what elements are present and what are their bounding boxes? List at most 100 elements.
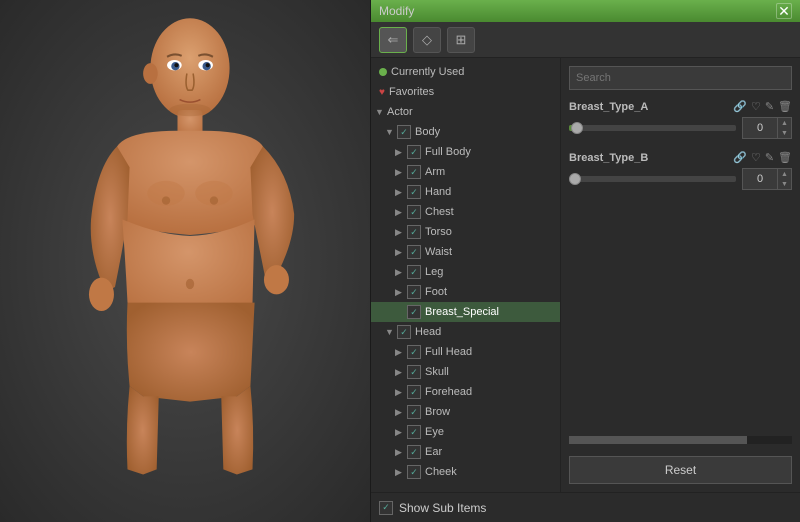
tree-item-waist[interactable]: ▶ ✓ Waist: [371, 242, 560, 262]
tree-item-skull[interactable]: ▶ ✓ Skull: [371, 362, 560, 382]
morph-b-slider[interactable]: [569, 176, 736, 182]
arm-label: Arm: [425, 166, 445, 178]
tree-item-brow[interactable]: ▶ ✓ Brow: [371, 402, 560, 422]
morph-a-heart-icon[interactable]: ♡: [751, 100, 761, 113]
properties-panel: Breast_Type_A 🔗 ♡ ✎ 🗑: [561, 58, 800, 492]
tree-item-eye[interactable]: ▶ ✓ Eye: [371, 422, 560, 442]
morph-a-header: Breast_Type_A 🔗 ♡ ✎ 🗑: [569, 100, 792, 113]
tree-item-leg[interactable]: ▶ ✓ Leg: [371, 262, 560, 282]
morph-b-spinner[interactable]: ▲ ▼: [778, 168, 792, 190]
leg-label: Leg: [425, 266, 443, 278]
morph-b-spinner-up[interactable]: ▲: [778, 169, 791, 179]
morph-a-spinner-up[interactable]: ▲: [778, 118, 791, 128]
head-group-label: Head: [415, 326, 441, 338]
toolbar-btn-grid[interactable]: ⊞: [447, 27, 475, 53]
morph-a-link-icon[interactable]: 🔗: [733, 100, 747, 113]
tree-item-forehead[interactable]: ▶ ✓ Forehead: [371, 382, 560, 402]
forehead-checkbox[interactable]: ✓: [407, 385, 421, 399]
brow-checkbox[interactable]: ✓: [407, 405, 421, 419]
morph-b-heart-icon[interactable]: ♡: [751, 151, 761, 164]
tree-item-arm[interactable]: ▶ ✓ Arm: [371, 162, 560, 182]
tree-item-foot[interactable]: ▶ ✓ Foot: [371, 282, 560, 302]
morph-a-spinner-down[interactable]: ▼: [778, 128, 791, 138]
morph-item-breast-type-b: Breast_Type_B 🔗 ♡ ✎ 🗑: [569, 151, 792, 190]
ear-label: Ear: [425, 446, 442, 458]
full-body-checkbox[interactable]: ✓: [407, 145, 421, 159]
full-head-checkbox[interactable]: ✓: [407, 345, 421, 359]
reset-button[interactable]: Reset: [569, 456, 792, 484]
head-group-checkbox[interactable]: ✓: [397, 325, 411, 339]
morph-a-edit-icon[interactable]: ✎: [765, 100, 774, 113]
morph-b-header: Breast_Type_B 🔗 ♡ ✎ 🗑: [569, 151, 792, 164]
currently-used-dot: [379, 68, 387, 76]
morph-a-slider[interactable]: [569, 125, 736, 131]
body-label: Body: [415, 126, 440, 138]
tree-item-full-body[interactable]: ▶ ✓ Full Body: [371, 142, 560, 162]
favorites-label: Favorites: [389, 86, 434, 98]
full-head-label: Full Head: [425, 346, 472, 358]
main-panel: Modify ✕ ⇐ ◇ ⊞ Currently Used ♥: [370, 0, 800, 522]
morph-b-value-input[interactable]: [742, 168, 778, 190]
tree-item-hand[interactable]: ▶ ✓ Hand: [371, 182, 560, 202]
eye-checkbox[interactable]: ✓: [407, 425, 421, 439]
morph-item-breast-type-a: Breast_Type_A 🔗 ♡ ✎ 🗑: [569, 100, 792, 139]
morph-b-edit-icon[interactable]: ✎: [765, 151, 774, 164]
tree-item-actor[interactable]: ▼ Actor: [371, 102, 560, 122]
skull-checkbox[interactable]: ✓: [407, 365, 421, 379]
tree-item-cheek[interactable]: ▶ ✓ Cheek: [371, 462, 560, 482]
tree-item-chest[interactable]: ▶ ✓ Chest: [371, 202, 560, 222]
breast-special-label: Breast_Special: [425, 306, 499, 318]
back-icon: ⇐: [388, 32, 399, 48]
morph-b-spinner-down[interactable]: ▼: [778, 179, 791, 189]
main-content: Currently Used ♥ Favorites ▼ Actor ▼ ✓ B…: [371, 58, 800, 492]
morph-a-delete-icon[interactable]: 🗑: [778, 100, 792, 113]
foot-arrow: ▶: [395, 287, 407, 298]
tree-item-favorites[interactable]: ♥ Favorites: [371, 82, 560, 102]
hand-label: Hand: [425, 186, 451, 198]
toolbar-btn-back[interactable]: ⇐: [379, 27, 407, 53]
leg-checkbox[interactable]: ✓: [407, 265, 421, 279]
tree-item-head-group[interactable]: ▼ ✓ Head: [371, 322, 560, 342]
waist-label: Waist: [425, 246, 452, 258]
waist-checkbox[interactable]: ✓: [407, 245, 421, 259]
morph-a-spinner[interactable]: ▲ ▼: [778, 117, 792, 139]
favorites-heart: ♥: [379, 87, 385, 98]
close-button[interactable]: ✕: [776, 3, 792, 19]
tree-item-torso[interactable]: ▶ ✓ Torso: [371, 222, 560, 242]
hand-arrow: ▶: [395, 187, 407, 198]
morph-b-link-icon[interactable]: 🔗: [733, 151, 747, 164]
show-sub-items-checkbox[interactable]: ✓: [379, 501, 393, 515]
torso-checkbox[interactable]: ✓: [407, 225, 421, 239]
morph-b-delete-icon[interactable]: 🗑: [778, 151, 792, 164]
body-checkbox[interactable]: ✓: [397, 125, 411, 139]
forehead-arrow: ▶: [395, 387, 407, 398]
arm-checkbox[interactable]: ✓: [407, 165, 421, 179]
tree-item-full-head[interactable]: ▶ ✓ Full Head: [371, 342, 560, 362]
hand-checkbox[interactable]: ✓: [407, 185, 421, 199]
foot-checkbox[interactable]: ✓: [407, 285, 421, 299]
cheek-checkbox[interactable]: ✓: [407, 465, 421, 479]
brow-arrow: ▶: [395, 407, 407, 418]
toolbar-btn-shape[interactable]: ◇: [413, 27, 441, 53]
morph-a-icons: 🔗 ♡ ✎ 🗑: [733, 100, 792, 113]
breast-special-checkbox[interactable]: ✓: [407, 305, 421, 319]
search-input[interactable]: [569, 66, 792, 90]
tree-item-body[interactable]: ▼ ✓ Body: [371, 122, 560, 142]
actor-label: Actor: [387, 106, 413, 118]
chest-label: Chest: [425, 206, 454, 218]
morph-a-value-input[interactable]: [742, 117, 778, 139]
ear-arrow: ▶: [395, 447, 407, 458]
panel-scroll-area[interactable]: [569, 436, 792, 444]
actor-arrow: ▼: [375, 107, 387, 117]
waist-arrow: ▶: [395, 247, 407, 258]
morph-b-name: Breast_Type_B: [569, 152, 648, 164]
ear-checkbox[interactable]: ✓: [407, 445, 421, 459]
tree-item-breast-special[interactable]: ✓ Breast_Special: [371, 302, 560, 322]
sub-items-bar: ✓ Show Sub Items: [371, 492, 800, 522]
tree-item-ear[interactable]: ▶ ✓ Ear: [371, 442, 560, 462]
tree-panel[interactable]: Currently Used ♥ Favorites ▼ Actor ▼ ✓ B…: [371, 58, 561, 492]
shape-icon: ◇: [422, 32, 432, 48]
chest-checkbox[interactable]: ✓: [407, 205, 421, 219]
tree-item-currently-used[interactable]: Currently Used: [371, 62, 560, 82]
viewport: [0, 0, 370, 522]
